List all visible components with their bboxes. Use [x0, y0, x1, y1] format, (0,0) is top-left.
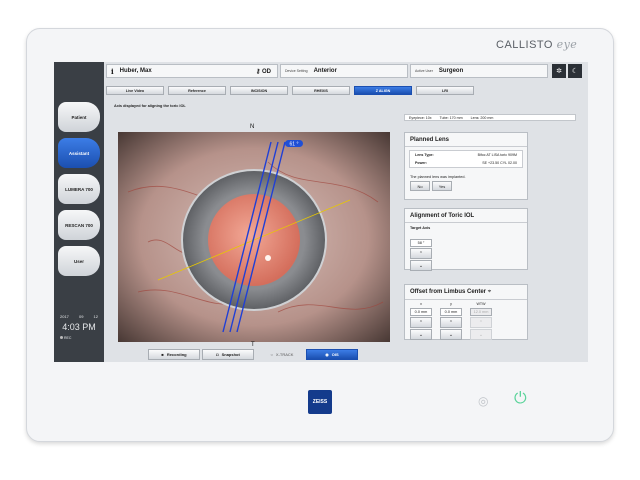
zeiss-logo: ZEISS [308, 390, 332, 414]
tab-live-video[interactable]: Live Video [106, 86, 164, 95]
sidebar-item-rescan[interactable]: RESCAN 700 [58, 210, 100, 240]
wtw-stepper: WTW 12.0 mm ⌃ ⌄ [470, 302, 492, 340]
time-display: 4:03 PM [62, 322, 96, 332]
eye-image: 61 ° [118, 132, 390, 342]
axis-badge-text: 61 ° [290, 141, 299, 147]
chevron-up-icon[interactable]: ⌃ [410, 317, 432, 328]
wtw-value: 12.0 mm [470, 308, 492, 316]
status-message: Axis displayed for aligning the toric IO… [114, 104, 186, 108]
chevron-down-icon[interactable]: ⌄ [440, 329, 462, 340]
power-icon[interactable]: ⏻ [514, 390, 527, 408]
tab-lri[interactable]: LRI [416, 86, 474, 95]
live-video[interactable]: 61 ° [118, 132, 390, 342]
sidebar-item-patient[interactable]: Patient [58, 102, 100, 132]
offset-x-stepper: x 0.0 mm ⌃ ⌄ [410, 302, 432, 340]
device-setting-value: Anterior [313, 68, 337, 74]
chevron-down-icon: ⌄ [470, 329, 492, 340]
tab-incision[interactable]: INCISION [230, 86, 288, 95]
target-axis-value: 58 ° [410, 239, 432, 247]
north-label: N [250, 124, 255, 130]
snapshot-button[interactable]: ◘ Snapshot [202, 349, 254, 360]
lens-power-value: SE +23.50 CYL 02.00 [482, 161, 517, 165]
south-label: T [251, 342, 255, 348]
patient-name: Huber, Max [119, 68, 152, 74]
offset-title: Offset from Limbus Center ⌖ [405, 285, 527, 300]
active-user-header[interactable]: Active User Surgeon [410, 64, 548, 78]
no-button[interactable]: No [410, 181, 430, 191]
lens-type-value: Bifoc AT LISA toric 909M [477, 153, 517, 157]
reflection-spot [265, 255, 271, 261]
yes-button[interactable]: Yes [432, 181, 452, 191]
touch-screen: Patient Assistant LUMERA 700 RESCAN 700 … [54, 62, 588, 362]
moon-icon[interactable]: ☾ [568, 64, 582, 78]
tab-rhexis[interactable]: RHEXIS [292, 86, 350, 95]
sidebar-item-lumera[interactable]: LUMERA 700 [58, 174, 100, 204]
implant-question: The planned lens was implanted. [410, 175, 466, 179]
xtrack-toggle[interactable]: ○ X-TRACK [260, 349, 304, 360]
brand-logo: CALLISTO eye [496, 38, 578, 51]
ois-button[interactable]: ◉ OIS [306, 349, 358, 360]
planned-lens-title: Planned Lens [405, 133, 527, 147]
date-display: 2017 09 12 [60, 314, 98, 319]
info-icon: i [111, 66, 114, 76]
eye-indicator: ⚷ OD [255, 68, 271, 75]
chevron-down-icon[interactable]: ⌄ [410, 329, 432, 340]
alignment-title: Alignment of Toric IOL [405, 209, 527, 223]
patient-header[interactable]: i Huber, Max ⚷ OD [106, 64, 278, 78]
clock-panel: 2017 09 12 4:03 PM REC [57, 314, 101, 354]
active-user-value: Surgeon [438, 68, 464, 74]
chevron-up-icon[interactable]: ⌃ [440, 317, 462, 328]
sidebar-item-assistant[interactable]: Assistant [58, 138, 100, 168]
tab-reference[interactable]: Reference [168, 86, 226, 95]
offset-panel: Offset from Limbus Center ⌖ x 0.0 mm ⌃ ⌄… [404, 284, 528, 340]
offset-y-value: 0.0 mm [440, 308, 462, 316]
optics-readout: Eyepiece: 10x Tube: 170 mm Lens: 200 mm [404, 114, 576, 121]
alignment-panel: Alignment of Toric IOL Target Axis 58 ° … [404, 208, 528, 271]
offset-x-value: 0.0 mm [410, 308, 432, 316]
rec-indicator: REC [57, 336, 101, 340]
radio-icon: ○ [270, 352, 273, 357]
sidebar-item-user[interactable]: User [58, 246, 100, 276]
rec-dot-icon [60, 336, 63, 339]
camera-sensor-icon: ◎ [478, 394, 489, 408]
tab-z-align[interactable]: Z ALIGN [354, 86, 412, 95]
lens-details: Lens Type: Bifoc AT LISA toric 909M Powe… [409, 150, 523, 168]
device-setting-header[interactable]: Device Setting Anterior [280, 64, 408, 78]
planned-lens-panel: Planned Lens Lens Type: Bifoc AT LISA to… [404, 132, 528, 200]
chevron-down-icon[interactable]: ⌄ [410, 260, 432, 271]
key-icon: ⚷ [255, 68, 261, 75]
chevron-up-icon[interactable]: ⌃ [410, 248, 432, 259]
workflow-tabs: Live Video Reference INCISION RHEXIS Z A… [106, 86, 474, 95]
record-icon: ■ [161, 352, 164, 357]
target-axis-stepper: 58 ° ⌃ ⌄ [410, 239, 432, 271]
ois-icon: ◉ [325, 352, 329, 357]
left-sidebar: Patient Assistant LUMERA 700 RESCAN 700 … [54, 62, 104, 362]
chevron-up-icon: ⌃ [470, 317, 492, 328]
pin-icon: ⌖ [487, 289, 492, 295]
offset-y-stepper: y 0.0 mm ⌃ ⌄ [440, 302, 462, 340]
recording-button[interactable]: ■ Recording [148, 349, 200, 360]
camera-icon: ◘ [216, 352, 219, 357]
gear-icon[interactable]: ✲ [552, 64, 566, 78]
